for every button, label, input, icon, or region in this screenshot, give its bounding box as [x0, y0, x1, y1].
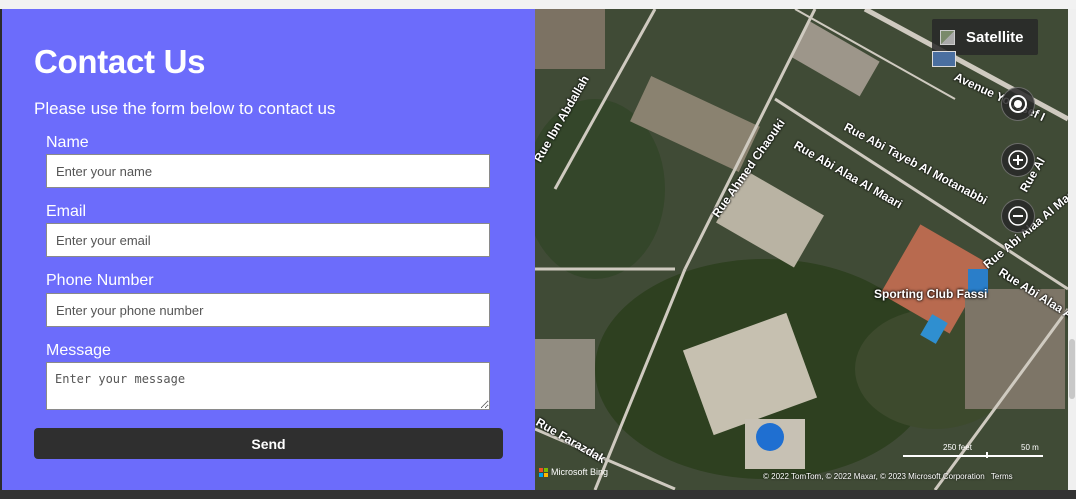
map-type-label: Satellite: [966, 28, 1024, 46]
phone-input[interactable]: [46, 293, 490, 327]
locate-icon: [1009, 95, 1027, 113]
name-label: Name: [46, 134, 89, 151]
map-style-thumbnail[interactable]: [932, 51, 956, 67]
zoom-in-button[interactable]: [1001, 143, 1035, 177]
minus-icon: [1008, 206, 1028, 226]
satellite-icon: [940, 29, 955, 45]
satellite-imagery[interactable]: [535, 9, 1068, 490]
bing-brand: Microsoft Bing: [551, 467, 609, 477]
contact-subtitle: Please use the form below to contact us: [34, 99, 336, 118]
footer-bar: [0, 490, 1076, 499]
scale-feet: 250 feet: [943, 443, 972, 452]
bing-logo[interactable]: Microsoft Bing: [539, 467, 608, 477]
message-textarea[interactable]: [46, 362, 490, 410]
page-scrollbar[interactable]: [1068, 9, 1076, 490]
map-attribution: © 2022 TomTom, © 2022 Maxar, © 2023 Micr…: [763, 472, 1013, 481]
email-label: Email: [46, 203, 87, 220]
poi-label: Sporting Club Fassi: [874, 287, 988, 301]
top-strip: [0, 0, 1076, 9]
map-panel[interactable]: Avenue Youssef I Rue Abi Tayeb Al Motana…: [535, 9, 1068, 490]
terms-link[interactable]: Terms: [991, 472, 1013, 481]
map-type-button[interactable]: Satellite: [932, 19, 1038, 55]
attribution-text: © 2022 TomTom, © 2022 Maxar, © 2023 Micr…: [763, 472, 985, 481]
email-input[interactable]: [46, 223, 490, 257]
send-button[interactable]: Send: [34, 428, 503, 459]
scale-bar: 250 feet 50 m: [903, 443, 1043, 463]
microsoft-icon: [539, 467, 548, 477]
scrollbar-thumb[interactable]: [1069, 339, 1075, 399]
plus-icon: [1008, 150, 1028, 170]
message-label: Message: [46, 342, 111, 359]
scale-meters: 50 m: [1021, 443, 1039, 452]
contact-title: Contact Us: [34, 43, 206, 80]
name-input[interactable]: [46, 154, 490, 188]
phone-label: Phone Number: [46, 272, 154, 289]
zoom-out-button[interactable]: [1001, 199, 1035, 233]
contact-panel: Contact Us Please use the form below to …: [2, 9, 535, 490]
locate-button[interactable]: [1001, 87, 1035, 121]
